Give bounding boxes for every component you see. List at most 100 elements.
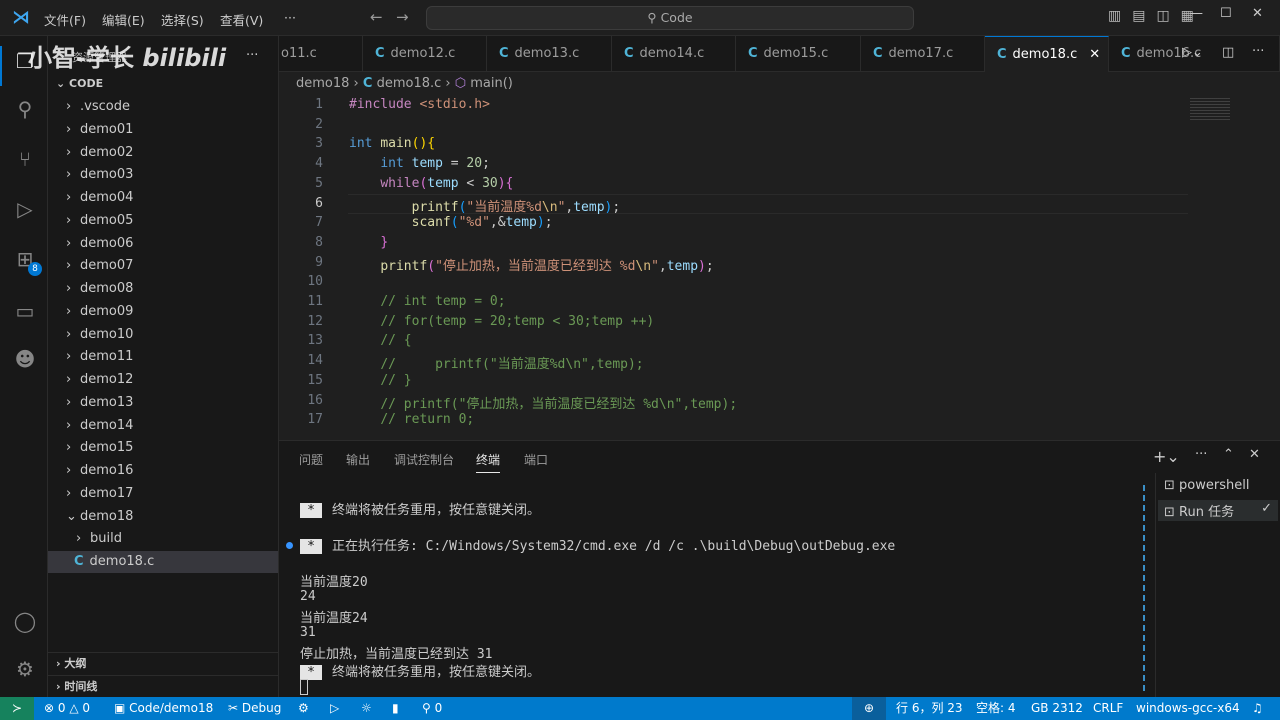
menu-view[interactable]: 查看(V)	[220, 10, 263, 29]
tree-item-label: demo18	[80, 508, 134, 524]
copilot-icon[interactable]: ☻	[12, 346, 38, 372]
build-gear-icon[interactable]: ⚙	[298, 697, 309, 720]
code-token: int	[380, 156, 412, 172]
line-ending[interactable]: CRLF	[1093, 697, 1123, 720]
code-token: 20	[466, 156, 483, 172]
close-tab-icon[interactable]: ✕	[1089, 47, 1100, 62]
compiler-config[interactable]: windows-gcc-x64	[1136, 697, 1240, 720]
remote-icon[interactable]: ≻	[0, 697, 34, 720]
debug-bug-icon[interactable]: ☼	[361, 697, 372, 720]
indentation[interactable]: 空格: 4	[976, 697, 1016, 720]
new-terminal-icon[interactable]: +⌄	[1153, 447, 1180, 466]
tree-item[interactable]: › demo15	[48, 437, 278, 459]
ports-status[interactable]: ⚲ 0	[422, 697, 442, 720]
explorer-more-button[interactable]: ···	[246, 48, 258, 63]
folder-status[interactable]: ▣ Code/demo18	[114, 697, 213, 720]
menu-selection[interactable]: 选择(S)	[161, 10, 204, 29]
timeline-section[interactable]: › 时间线	[48, 675, 278, 697]
tree-item[interactable]: › demo12	[48, 369, 278, 391]
tab-label: demo18.c	[1012, 47, 1078, 62]
breadcrumb-folder[interactable]: demo18	[296, 76, 349, 91]
search-icon[interactable]: ⚲	[12, 96, 38, 122]
run-debug-icon[interactable]: ▷	[12, 196, 38, 222]
panel-tab[interactable]: 输出	[346, 451, 370, 468]
tree-item[interactable]: › .vscode	[48, 96, 278, 118]
terminal-run-task[interactable]: ⊡ Run 任务 ✓	[1158, 500, 1278, 521]
tab-label: o11.c	[281, 46, 317, 61]
maximize-icon[interactable]: ☐	[1220, 6, 1232, 21]
source-control-icon[interactable]: ⑂	[12, 146, 38, 172]
panel-tab[interactable]: 问题	[299, 451, 323, 468]
tree-item[interactable]: › demo16	[48, 460, 278, 482]
settings-gear-icon[interactable]: ⚙	[12, 656, 38, 682]
tree-item[interactable]: › demo05	[48, 210, 278, 232]
panel-tab[interactable]: 调试控制台	[394, 451, 454, 468]
tree-item[interactable]: › demo06	[48, 233, 278, 255]
run-button[interactable]: ▷⌄	[1182, 45, 1203, 60]
tab-demo12-c[interactable]: Cdemo12.c	[363, 36, 487, 72]
panel-tab[interactable]: 端口	[524, 451, 548, 468]
tree-item[interactable]: › demo04	[48, 187, 278, 209]
tree-item-label: demo05	[80, 212, 134, 228]
tree-item[interactable]: › demo17	[48, 483, 278, 505]
tree-item[interactable]: › demo13	[48, 392, 278, 414]
breadcrumb-symbol[interactable]: main()	[470, 76, 513, 91]
more-actions-icon[interactable]: ···	[1252, 44, 1264, 59]
remote-explorer-icon[interactable]: ▭	[12, 298, 38, 324]
outline-section[interactable]: › 大纲	[48, 652, 278, 674]
account-icon[interactable]: ◯	[12, 608, 38, 634]
folder-root-code[interactable]: ⌄ CODE	[48, 73, 278, 95]
problems-status[interactable]: ⊗ 0 △ 0	[44, 697, 90, 720]
code-editor[interactable]: 1 #include <stdio.h> 2 3 int main(){4 int te…	[280, 96, 1280, 440]
tab-demo14-c[interactable]: Cdemo14.c	[612, 36, 736, 72]
menu-edit[interactable]: 编辑(E)	[102, 10, 145, 29]
tree-item[interactable]: › build	[48, 528, 278, 550]
panel-more-icon[interactable]: ···	[1195, 447, 1207, 462]
tab-o11-c[interactable]: o11.c	[269, 36, 363, 72]
maximize-panel-icon[interactable]: ⌃	[1223, 447, 1234, 462]
zoom-icon[interactable]: ⊕	[852, 697, 886, 720]
minimap[interactable]	[1190, 96, 1230, 120]
tab-demo15-c[interactable]: Cdemo15.c	[736, 36, 861, 72]
tree-item[interactable]: › demo08	[48, 278, 278, 300]
tree-item[interactable]: › demo09	[48, 301, 278, 323]
terminal-scrollbar[interactable]	[1143, 485, 1145, 691]
panel-tab[interactable]: 终端	[476, 451, 501, 473]
debug-status[interactable]: ✂ Debug	[228, 697, 281, 720]
watermark-logo: 小智-学长 bilibili	[28, 44, 227, 72]
terminal-powershell[interactable]: ⊡ powershell	[1164, 478, 1279, 493]
code-token: "当前温度%d	[466, 199, 542, 215]
tree-item[interactable]: › demo03	[48, 164, 278, 186]
code-token: temp	[573, 199, 605, 215]
run-icon[interactable]: ▷	[330, 697, 339, 720]
tree-item[interactable]: › demo11	[48, 346, 278, 368]
tab-demo13-c[interactable]: Cdemo13.c	[487, 36, 612, 72]
back-arrow-icon[interactable]: ←	[370, 8, 383, 26]
tree-item[interactable]: ⌄ demo18	[48, 506, 278, 528]
close-window-icon[interactable]: ✕	[1252, 6, 1263, 21]
extensions-badge: 8	[28, 262, 42, 276]
tree-item[interactable]: › demo01	[48, 119, 278, 141]
split-editor-icon[interactable]: ◫	[1222, 45, 1234, 60]
trash-icon[interactable]: ▮	[392, 697, 399, 720]
tree-item[interactable]: › demo07	[48, 255, 278, 277]
encoding[interactable]: GB 2312	[1031, 697, 1083, 720]
close-panel-icon[interactable]: ✕	[1249, 447, 1260, 462]
tree-item[interactable]: › demo02	[48, 142, 278, 164]
tab-demo17-c[interactable]: Cdemo17.c	[861, 36, 985, 72]
forward-arrow-icon[interactable]: →	[396, 8, 409, 26]
menu-file[interactable]: 文件(F)	[44, 10, 86, 29]
breadcrumb-file[interactable]: demo18.c	[377, 76, 442, 91]
code-token: temp	[505, 215, 537, 231]
menu-more[interactable]: ···	[284, 10, 296, 25]
tab-demo18-c[interactable]: Cdemo18.c ✕	[985, 36, 1109, 72]
tree-item[interactable]: › demo10	[48, 324, 278, 346]
code-token: // }	[380, 372, 412, 388]
cursor-position[interactable]: 行 6，列 23	[896, 697, 963, 720]
command-search[interactable]: ⚲ Code	[426, 6, 914, 30]
tree-item[interactable]: › demo14	[48, 415, 278, 437]
notifications-bell-icon[interactable]: ♫	[1252, 697, 1263, 720]
tab-label: demo17.c	[888, 46, 954, 61]
tree-item[interactable]: Cdemo18.c	[48, 551, 278, 573]
minimize-icon[interactable]: —	[1190, 6, 1203, 21]
